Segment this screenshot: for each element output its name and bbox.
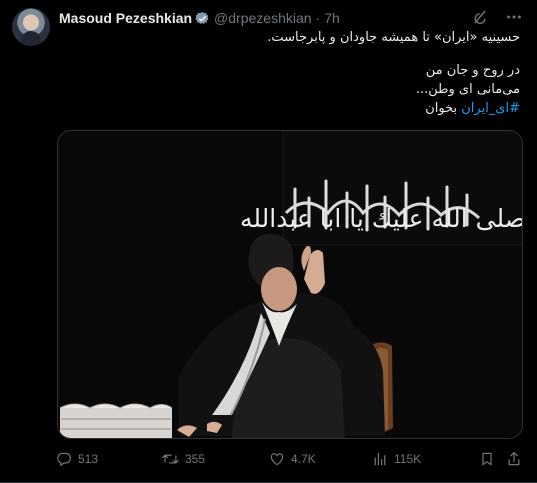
- tweet-photo[interactable]: صلى الله عليك يا ابا عبدالله: [57, 130, 523, 439]
- text-line-3: می‌مانی ای وطن...: [415, 82, 520, 97]
- views-icon: [372, 451, 388, 467]
- repost-button[interactable]: 355: [162, 451, 205, 467]
- repost-count: 355: [185, 452, 206, 466]
- reply-count: 513: [78, 452, 99, 466]
- author-handle[interactable]: @drpezeshkian: [214, 10, 312, 26]
- views-count: 115K: [394, 452, 422, 466]
- verified-badge-icon: [195, 11, 210, 26]
- hashtag-suffix: بخوان: [425, 101, 462, 116]
- tweet[interactable]: Masoud Pezeshkian @drpezeshkian · 7h حسی…: [0, 0, 537, 483]
- tweet-header: Masoud Pezeshkian @drpezeshkian · 7h: [59, 9, 340, 27]
- author-name[interactable]: Masoud Pezeshkian: [59, 10, 192, 26]
- more-icon[interactable]: [505, 8, 523, 26]
- text-line-2: در روح و جان من: [425, 63, 520, 78]
- like-count: 4.7K: [291, 452, 316, 466]
- separator-dot: ·: [315, 10, 321, 26]
- repost-icon: [162, 451, 179, 467]
- author-avatar[interactable]: [12, 8, 50, 46]
- photo-illustration: صلى الله عليك يا ابا عبدالله: [58, 131, 523, 438]
- like-icon: [269, 451, 285, 467]
- like-button[interactable]: 4.7K: [269, 451, 316, 467]
- share-button[interactable]: [506, 451, 522, 467]
- bookmark-icon: [479, 451, 495, 467]
- share-icon: [506, 451, 522, 467]
- calligraphy-banner: صلى الله عليك يا ابا عبدالله: [240, 204, 523, 233]
- grok-icon[interactable]: [471, 8, 489, 26]
- text-line-1: حسینیه «ایران» تا همیشه جاودان و پابرجاس…: [267, 30, 520, 45]
- hashtag-line: #ای_ایران بخوان: [59, 99, 520, 118]
- reply-icon: [56, 451, 72, 467]
- post-time[interactable]: 7h: [324, 10, 340, 26]
- action-bar: 513 355 4.7K 115K: [56, 451, 521, 471]
- reply-button[interactable]: 513: [56, 451, 98, 467]
- text-spacer: [59, 47, 520, 61]
- tweet-text: حسینیه «ایران» تا همیشه جاودان و پابرجاس…: [59, 28, 520, 118]
- hashtag-link[interactable]: #ای_ایران: [461, 101, 520, 116]
- top-right-actions: [471, 8, 523, 26]
- views-button[interactable]: 115K: [372, 451, 421, 467]
- bookmark-button[interactable]: [479, 451, 495, 467]
